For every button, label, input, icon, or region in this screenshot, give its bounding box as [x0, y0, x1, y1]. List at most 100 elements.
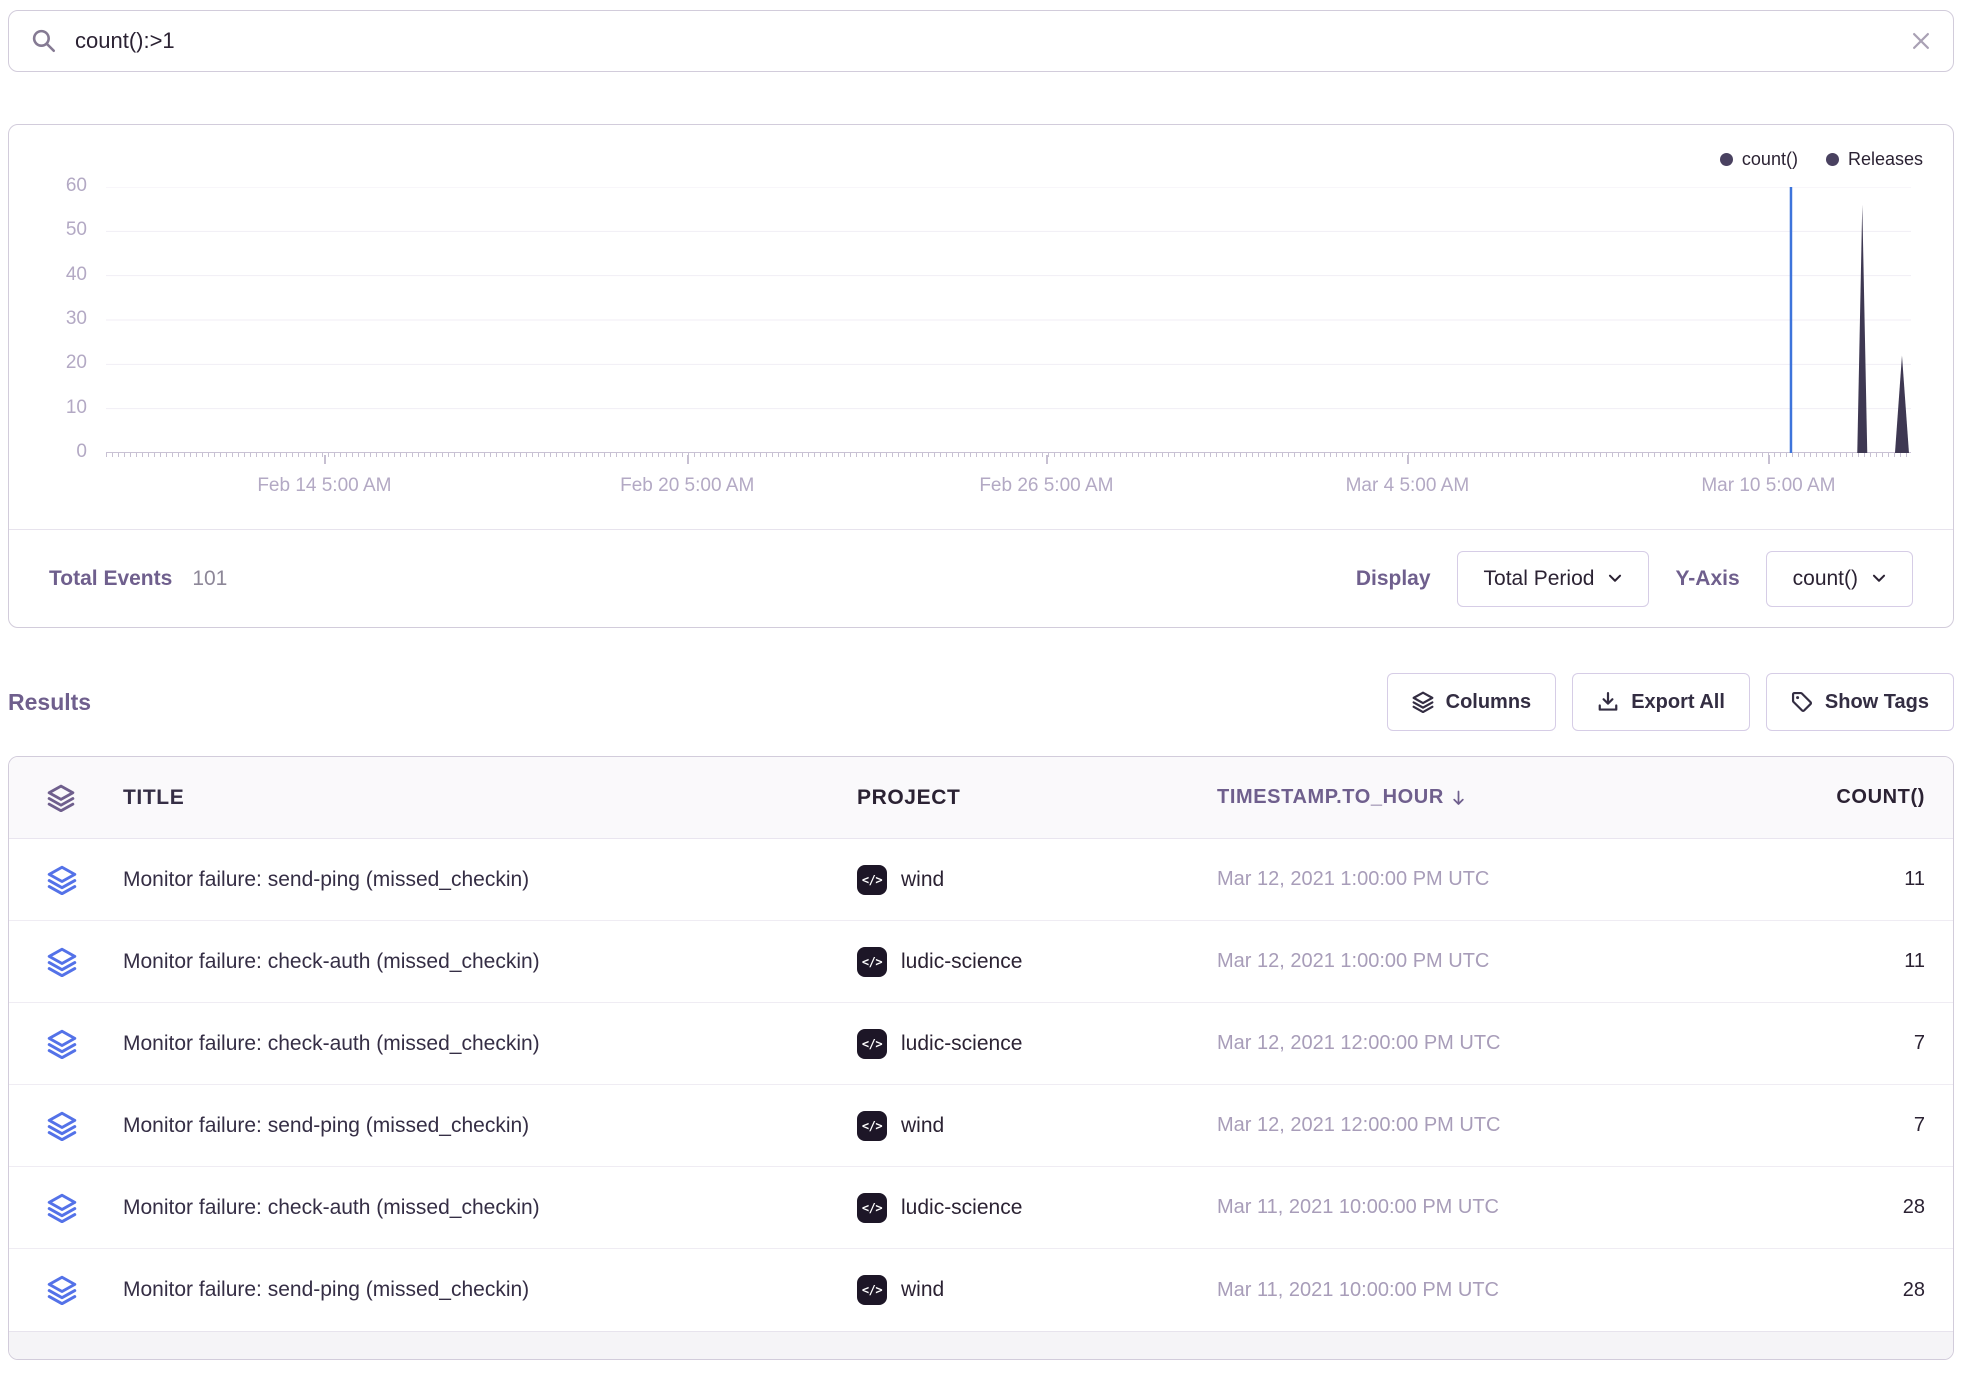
clear-search-button[interactable] — [1911, 31, 1931, 51]
layers-icon — [1412, 691, 1434, 713]
y-axis-label: 10 — [17, 397, 87, 419]
table-row[interactable]: Monitor failure: check-auth (missed_chec… — [9, 921, 1953, 1003]
legend-label: Releases — [1848, 149, 1923, 170]
timestamp-column-header[interactable]: TIMESTAMP.TO_HOUR — [1205, 786, 1745, 809]
row-count: 11 — [1745, 950, 1953, 973]
row-timestamp: Mar 12, 2021 1:00:00 PM UTC — [1205, 868, 1745, 891]
project-name: wind — [901, 868, 944, 892]
legend-item-count[interactable]: count() — [1720, 149, 1798, 170]
row-project: </> wind — [845, 865, 1205, 895]
show-tags-button[interactable]: Show Tags — [1766, 673, 1954, 731]
table-row[interactable]: Monitor failure: send-ping (missed_check… — [9, 1249, 1953, 1331]
row-project: </> wind — [845, 1111, 1205, 1141]
x-axis-label: Mar 4 5:00 AM — [1346, 475, 1470, 497]
row-count: 28 — [1745, 1196, 1953, 1219]
y-axis-label: 0 — [17, 441, 87, 463]
stack-icon — [47, 1029, 77, 1059]
project-column-header[interactable]: PROJECT — [845, 786, 1205, 810]
download-icon — [1597, 691, 1619, 713]
x-axis-label: Mar 10 5:00 AM — [1701, 475, 1835, 497]
row-count: 28 — [1745, 1279, 1953, 1302]
tag-icon — [1791, 691, 1813, 713]
row-timestamp: Mar 12, 2021 1:00:00 PM UTC — [1205, 950, 1745, 973]
results-title: Results — [8, 689, 91, 716]
search-input[interactable] — [73, 27, 1895, 55]
total-events: Total Events 101 — [49, 567, 227, 591]
x-axis-label: Feb 14 5:00 AM — [257, 475, 391, 497]
columns-button-label: Columns — [1446, 691, 1532, 714]
table-footer-strip — [9, 1331, 1953, 1359]
x-axis-tick — [1768, 455, 1770, 464]
y-axis-label: 50 — [17, 219, 87, 241]
chart-footer: Total Events 101 Display Total Period Y-… — [9, 529, 1953, 627]
timestamp-header-label: TIMESTAMP.TO_HOUR — [1217, 786, 1444, 809]
project-name: wind — [901, 1278, 944, 1302]
events-chart-panel: count() Releases 0102030405060 Feb 14 5:… — [8, 124, 1954, 628]
code-badge-icon: </> — [857, 1275, 887, 1305]
export-all-button[interactable]: Export All — [1572, 673, 1750, 731]
results-table: TITLE PROJECT TIMESTAMP.TO_HOUR COUNT() … — [8, 756, 1954, 1360]
row-timestamp: Mar 12, 2021 12:00:00 PM UTC — [1205, 1032, 1745, 1055]
count-column-header[interactable]: COUNT() — [1745, 786, 1953, 809]
y-axis-label: 30 — [17, 308, 87, 330]
row-title[interactable]: Monitor failure: check-auth (missed_chec… — [105, 1196, 845, 1220]
project-header-label: PROJECT — [857, 786, 960, 810]
display-label: Display — [1356, 567, 1431, 591]
search-bar[interactable] — [8, 10, 1954, 72]
export-all-button-label: Export All — [1631, 691, 1725, 714]
y-axis-label: 20 — [17, 352, 87, 374]
table-row[interactable]: Monitor failure: check-auth (missed_chec… — [9, 1003, 1953, 1085]
stack-icon — [47, 1275, 77, 1305]
table-row[interactable]: Monitor failure: send-ping (missed_check… — [9, 1085, 1953, 1167]
stack-icon — [47, 784, 75, 812]
events-chart — [106, 187, 1911, 453]
total-events-value: 101 — [192, 567, 227, 591]
row-timestamp: Mar 11, 2021 10:00:00 PM UTC — [1205, 1279, 1745, 1302]
x-axis-tick — [687, 455, 689, 464]
code-badge-icon: </> — [857, 865, 887, 895]
row-project: </> ludic-science — [845, 1193, 1205, 1223]
title-column-header[interactable]: TITLE — [105, 786, 845, 810]
results-toolbar: Results Columns Export All — [8, 672, 1954, 732]
row-title[interactable]: Monitor failure: check-auth (missed_chec… — [105, 1032, 845, 1056]
chevron-down-icon — [1608, 574, 1622, 583]
row-title[interactable]: Monitor failure: check-auth (missed_chec… — [105, 950, 845, 974]
table-row[interactable]: Monitor failure: check-auth (missed_chec… — [9, 1167, 1953, 1249]
x-axis-tick — [1046, 455, 1048, 464]
project-name: ludic-science — [901, 950, 1022, 974]
legend-item-releases[interactable]: Releases — [1826, 149, 1923, 170]
stack-icon — [47, 865, 77, 895]
row-title[interactable]: Monitor failure: send-ping (missed_check… — [105, 1278, 845, 1302]
project-name: ludic-science — [901, 1196, 1022, 1220]
row-count: 7 — [1745, 1114, 1953, 1137]
x-axis-label: Feb 26 5:00 AM — [979, 475, 1113, 497]
x-axis-label: Feb 20 5:00 AM — [620, 475, 754, 497]
legend-label: count() — [1742, 149, 1798, 170]
chevron-down-icon — [1872, 574, 1886, 583]
code-badge-icon: </> — [857, 1111, 887, 1141]
row-title[interactable]: Monitor failure: send-ping (missed_check… — [105, 868, 845, 892]
search-icon — [31, 28, 57, 54]
yaxis-dropdown[interactable]: count() — [1766, 551, 1913, 607]
x-axis-line — [106, 453, 1911, 457]
count-series-dot — [1720, 153, 1733, 166]
columns-button[interactable]: Columns — [1387, 673, 1557, 731]
chart-legend: count() Releases — [1720, 149, 1923, 170]
stack-column-header[interactable] — [9, 784, 105, 812]
releases-series-dot — [1826, 153, 1839, 166]
row-count: 11 — [1745, 868, 1953, 891]
row-project: </> wind — [845, 1275, 1205, 1305]
table-body: Monitor failure: send-ping (missed_check… — [9, 839, 1953, 1331]
table-row[interactable]: Monitor failure: send-ping (missed_check… — [9, 839, 1953, 921]
project-name: wind — [901, 1114, 944, 1138]
code-badge-icon: </> — [857, 947, 887, 977]
total-events-label: Total Events — [49, 567, 172, 591]
yaxis-label: Y-Axis — [1675, 567, 1739, 591]
row-project: </> ludic-science — [845, 1029, 1205, 1059]
close-icon — [1911, 31, 1931, 51]
row-title[interactable]: Monitor failure: send-ping (missed_check… — [105, 1114, 845, 1138]
display-dropdown[interactable]: Total Period — [1457, 551, 1650, 607]
row-timestamp: Mar 12, 2021 12:00:00 PM UTC — [1205, 1114, 1745, 1137]
sort-descending-icon — [1452, 790, 1465, 806]
table-header-row: TITLE PROJECT TIMESTAMP.TO_HOUR COUNT() — [9, 757, 1953, 839]
